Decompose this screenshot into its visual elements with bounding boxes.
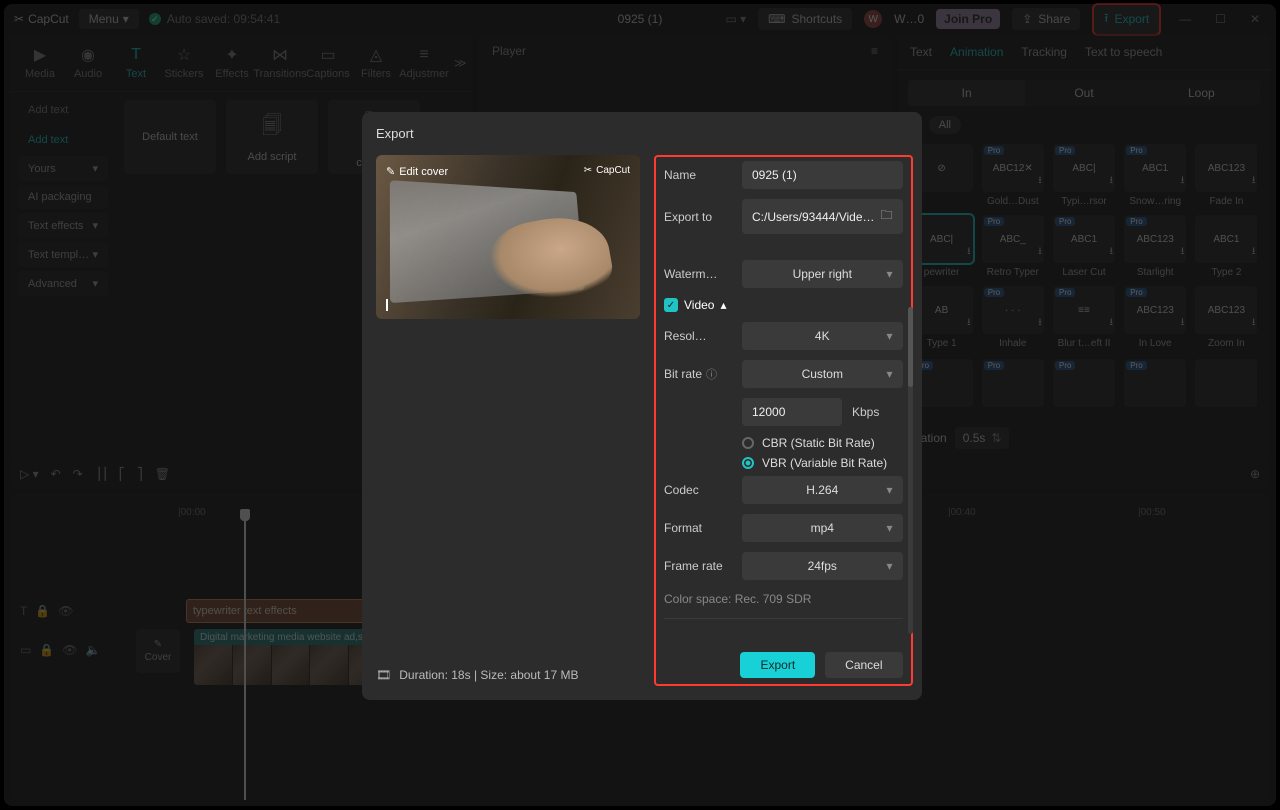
- film-icon: 🎞: [376, 668, 391, 682]
- text-cursor: [386, 299, 388, 311]
- scrollbar[interactable]: [908, 307, 913, 634]
- chevron-down-icon: ▾: [887, 483, 893, 497]
- bitrate-value-input[interactable]: 12000: [742, 398, 842, 426]
- help-icon[interactable]: ⓘ: [706, 366, 717, 382]
- bitrate-unit: Kbps: [852, 405, 879, 419]
- export-confirm-button[interactable]: Export: [740, 652, 815, 678]
- framerate-select[interactable]: 24fps▾: [742, 552, 903, 580]
- pencil-icon: ✎: [386, 165, 395, 178]
- watermark-label: Waterm…: [664, 267, 732, 281]
- preview-watermark: ✂ CapCut: [584, 165, 630, 176]
- export-to-input[interactable]: C:/Users/93444/Vide… 🗀: [742, 199, 903, 234]
- watermark-select[interactable]: Upper right▾: [742, 260, 903, 288]
- codec-select[interactable]: H.264▾: [742, 476, 903, 504]
- chevron-up-icon: ▴: [720, 298, 726, 312]
- cbr-radio[interactable]: CBR (Static Bit Rate): [742, 436, 903, 450]
- bitrate-mode-select[interactable]: Custom▾: [742, 360, 903, 388]
- resolution-label: Resol…: [664, 329, 732, 343]
- export-dialog: Export ✎ Edit cover ✂ CapCut Name 0: [362, 112, 922, 700]
- chevron-down-icon: ▾: [887, 521, 893, 535]
- format-select[interactable]: mp4▾: [742, 514, 903, 542]
- logo-icon: ✂: [584, 165, 592, 176]
- chevron-down-icon: ▾: [887, 559, 893, 573]
- format-label: Format: [664, 521, 732, 535]
- radio-icon: [742, 457, 754, 469]
- export-preview: ✎ Edit cover ✂ CapCut: [376, 155, 640, 319]
- vbr-radio[interactable]: VBR (Variable Bit Rate): [742, 456, 903, 470]
- colorspace-info: Color space: Rec. 709 SDR: [664, 592, 903, 606]
- codec-label: Codec: [664, 483, 732, 497]
- name-label: Name: [664, 168, 732, 182]
- cancel-button[interactable]: Cancel: [825, 652, 902, 678]
- edit-cover-button[interactable]: ✎ Edit cover: [386, 165, 448, 178]
- chevron-down-icon: ▾: [887, 267, 893, 281]
- video-section-toggle[interactable]: ✓ Video ▴: [664, 298, 903, 312]
- checkbox-icon[interactable]: ✓: [664, 298, 678, 312]
- framerate-label: Frame rate: [664, 559, 732, 573]
- bitrate-label: Bit rateⓘ: [664, 366, 732, 382]
- export-form: Name 0925 (1) Export to C:/Users/93444/V…: [654, 155, 913, 686]
- chevron-down-icon: ▾: [887, 329, 893, 343]
- resolution-select[interactable]: 4K▾: [742, 322, 903, 350]
- export-to-label: Export to: [664, 210, 732, 224]
- chevron-down-icon: ▾: [887, 367, 893, 381]
- dialog-title: Export: [376, 126, 908, 141]
- name-input[interactable]: 0925 (1): [742, 161, 903, 189]
- export-meta: 🎞 Duration: 18s | Size: about 17 MB: [376, 668, 578, 682]
- folder-icon[interactable]: 🗀: [881, 206, 893, 227]
- radio-icon: [742, 437, 754, 449]
